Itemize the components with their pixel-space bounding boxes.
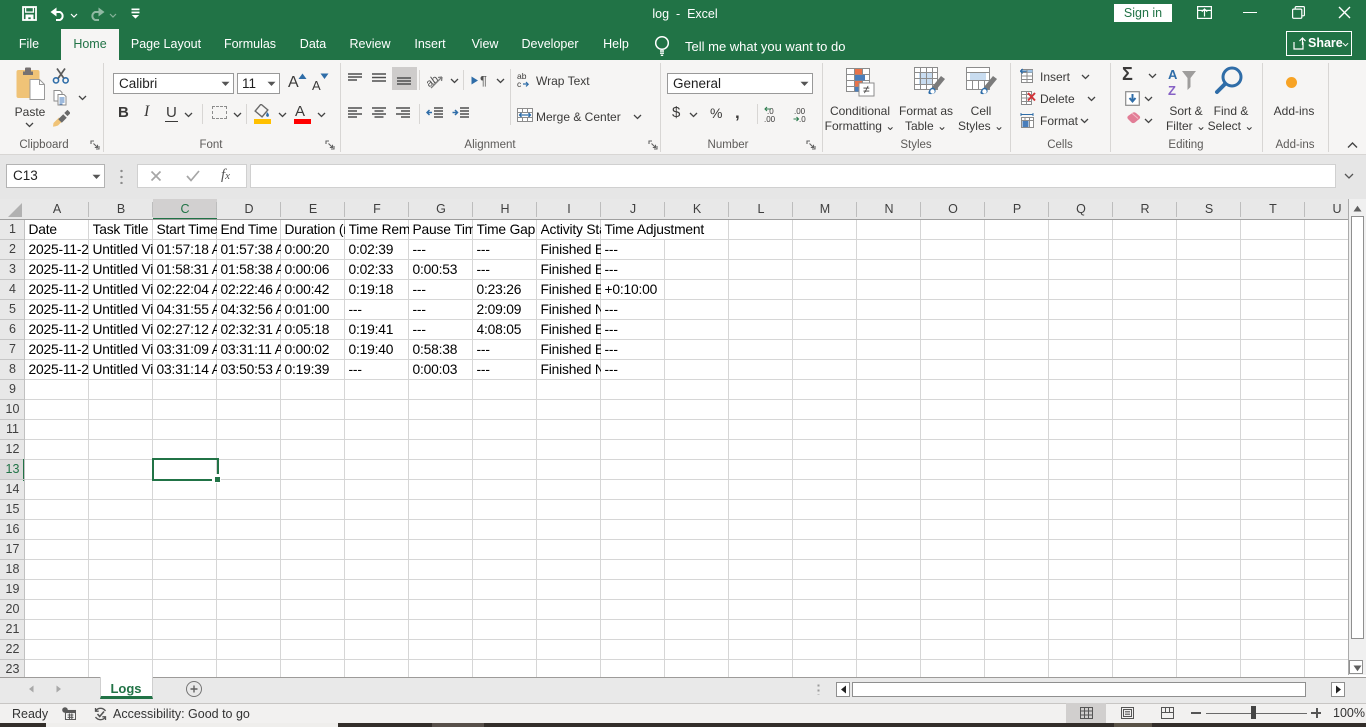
svg-text:≠: ≠ xyxy=(863,83,870,97)
svg-text:A: A xyxy=(1168,67,1178,82)
svg-text:.0: .0 xyxy=(799,115,806,124)
svg-text:.00: .00 xyxy=(764,115,776,124)
svg-text:Z: Z xyxy=(1168,83,1176,98)
